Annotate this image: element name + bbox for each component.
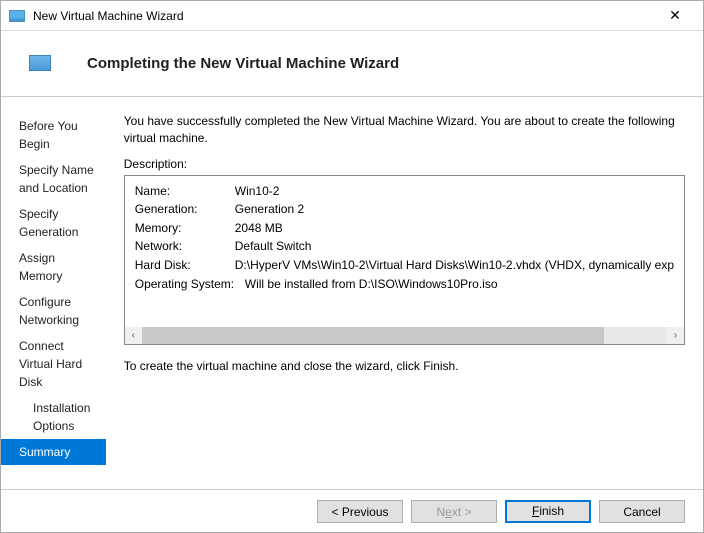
step-specify-name[interactable]: Specify Name and Location: [1, 157, 106, 201]
scroll-track[interactable]: [142, 327, 667, 344]
summary-val: Win10-2: [235, 182, 674, 201]
summary-row-network: Network: Default Switch: [135, 237, 674, 256]
summary-key: Operating System:: [135, 275, 245, 294]
page-title: Completing the New Virtual Machine Wizar…: [87, 55, 399, 72]
scroll-thumb[interactable]: [142, 327, 604, 344]
summary-val: Default Switch: [235, 237, 674, 256]
step-connect-vhd[interactable]: Connect Virtual Hard Disk: [1, 333, 106, 395]
app-icon: [9, 10, 25, 22]
wizard-steps-sidebar: Before You Begin Specify Name and Locati…: [1, 97, 106, 489]
summary-row-name: Name: Win10-2: [135, 182, 674, 201]
summary-row-os: Operating System: Will be installed from…: [135, 275, 674, 294]
wizard-main-panel: You have successfully completed the New …: [106, 97, 703, 489]
summary-row-generation: Generation: Generation 2: [135, 200, 674, 219]
intro-text: You have successfully completed the New …: [124, 113, 685, 147]
step-summary[interactable]: Summary: [1, 439, 106, 465]
previous-button[interactable]: < Previous: [317, 500, 403, 523]
cancel-button[interactable]: Cancel: [599, 500, 685, 523]
wizard-icon: [29, 55, 51, 71]
summary-key: Generation:: [135, 200, 235, 219]
summary-val: D:\HyperV VMs\Win10-2\Virtual Hard Disks…: [235, 256, 674, 275]
summary-key: Network:: [135, 237, 235, 256]
instruction-text: To create the virtual machine and close …: [124, 359, 685, 373]
description-box: Name: Win10-2 Generation: Generation 2 M…: [124, 175, 685, 345]
scroll-right-icon[interactable]: ›: [667, 327, 684, 344]
summary-val: Generation 2: [235, 200, 674, 219]
summary-val: Will be installed from D:\ISO\Windows10P…: [245, 275, 674, 294]
step-assign-memory[interactable]: Assign Memory: [1, 245, 106, 289]
step-configure-networking[interactable]: Configure Networking: [1, 289, 106, 333]
horizontal-scrollbar[interactable]: ‹ ›: [125, 327, 684, 344]
summary-val: 2048 MB: [235, 219, 674, 238]
summary-key: Hard Disk:: [135, 256, 235, 275]
step-specify-generation[interactable]: Specify Generation: [1, 201, 106, 245]
close-button[interactable]: ✕: [655, 2, 695, 30]
summary-row-harddisk: Hard Disk: D:\HyperV VMs\Win10-2\Virtual…: [135, 256, 674, 275]
window-title: New Virtual Machine Wizard: [33, 9, 655, 23]
finish-button[interactable]: Finish: [505, 500, 591, 523]
step-installation-options[interactable]: Installation Options: [1, 395, 106, 439]
scroll-left-icon[interactable]: ‹: [125, 327, 142, 344]
summary-key: Name:: [135, 182, 235, 201]
summary-row-memory: Memory: 2048 MB: [135, 219, 674, 238]
description-label: Description:: [124, 157, 685, 171]
step-before-you-begin[interactable]: Before You Begin: [1, 113, 106, 157]
wizard-footer: < Previous Next > Finish Cancel: [1, 489, 703, 533]
titlebar: New Virtual Machine Wizard ✕: [1, 1, 703, 31]
wizard-body: Before You Begin Specify Name and Locati…: [1, 97, 703, 489]
description-content: Name: Win10-2 Generation: Generation 2 M…: [125, 176, 684, 300]
wizard-header: Completing the New Virtual Machine Wizar…: [1, 31, 703, 97]
summary-key: Memory:: [135, 219, 235, 238]
next-button: Next >: [411, 500, 497, 523]
